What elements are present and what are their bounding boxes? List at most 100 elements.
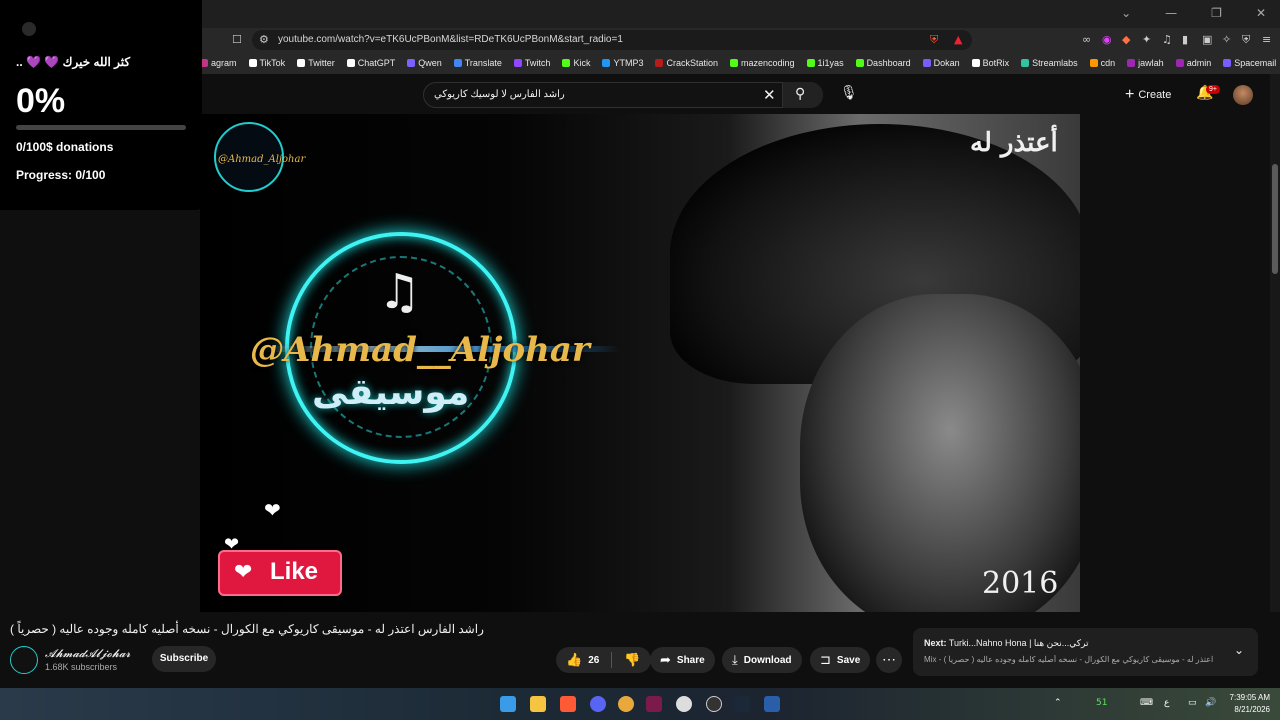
- file-explorer-icon[interactable]: [530, 696, 546, 712]
- network-icon[interactable]: ▭: [1188, 698, 1197, 708]
- overlay-progress: Progress: 0/100: [16, 168, 106, 182]
- heart-icon: ❤: [264, 498, 281, 522]
- extensions-puzzle-icon[interactable]: ✦: [1142, 33, 1151, 46]
- save-button[interactable]: ⊐ Save: [810, 647, 871, 673]
- search-icon[interactable]: ⚲: [795, 86, 805, 102]
- twitch-icon: [513, 59, 522, 67]
- bookmark-item[interactable]: agram: [200, 58, 237, 68]
- leo-ai-icon[interactable]: ✧: [1222, 33, 1231, 46]
- bookmark-item[interactable]: Dokan: [922, 58, 960, 68]
- keyboard-icon[interactable]: ⌨: [1140, 698, 1153, 708]
- tab-search-icon[interactable]: ⌄: [1121, 6, 1131, 20]
- kick-icon: [855, 59, 864, 67]
- search-query[interactable]: راشد الفارس لا لوسيك كاريوكي: [434, 89, 734, 100]
- create-button[interactable]: + Create: [1125, 84, 1171, 106]
- maximize-button[interactable]: ❐: [1211, 6, 1222, 20]
- brave-rewards-icon[interactable]: ▲: [954, 33, 962, 46]
- start-icon[interactable]: [500, 696, 516, 712]
- brave-icon[interactable]: [560, 696, 576, 712]
- kick-icon: [806, 59, 815, 67]
- bookmark-item[interactable]: 1i1yas: [806, 58, 844, 68]
- next-app-icon[interactable]: [646, 696, 662, 712]
- bookmark-item[interactable]: Translate: [453, 58, 502, 68]
- share-label: Share: [676, 654, 705, 666]
- volume-icon[interactable]: 🔊: [1205, 698, 1216, 708]
- avatar[interactable]: [1233, 85, 1253, 105]
- menu-icon[interactable]: ≡: [1262, 33, 1271, 46]
- tiktok-icon: [248, 59, 257, 67]
- brave-shield-icon[interactable]: ⛨: [930, 33, 938, 47]
- video-player[interactable]: أعتذر له 2016 @Ahmad_Aljohar ♫ @Ahmad__A…: [200, 114, 1080, 612]
- like-count[interactable]: 26: [588, 655, 599, 666]
- download-button[interactable]: ⤓ Download: [722, 647, 802, 673]
- channel-subscribers: 1.68K subscribers: [45, 662, 118, 672]
- vpn-icon[interactable]: ⛨: [1242, 33, 1250, 47]
- bookmark-item[interactable]: CrackStation: [655, 58, 718, 68]
- discord-icon[interactable]: [590, 696, 606, 712]
- wallet-icon[interactable]: ▣: [1202, 33, 1212, 46]
- bookmark-item[interactable]: cdn: [1089, 58, 1115, 68]
- cdn-icon: [1089, 59, 1098, 67]
- scrollbar-thumb[interactable]: [1272, 164, 1278, 274]
- dokan-icon: [922, 59, 931, 67]
- bookmark-item[interactable]: Streamlabs: [1021, 58, 1078, 68]
- app-icon[interactable]: [706, 696, 722, 712]
- bookmark-item[interactable]: admin: [1175, 58, 1211, 68]
- channel-watermark-logo: @Ahmad_Aljohar: [214, 122, 305, 192]
- scrollbar[interactable]: [1270, 74, 1280, 686]
- subscribe-button[interactable]: Subscribe: [152, 646, 216, 672]
- channel-name[interactable]: 𝓐𝓱𝓶𝓪𝓭𝓐𝓵𝓳𝓸𝓱𝓪𝓻: [45, 647, 130, 661]
- close-window-button[interactable]: ✕: [1256, 6, 1266, 20]
- more-actions-button[interactable]: ⋯: [876, 647, 902, 673]
- app-icon[interactable]: [764, 696, 780, 712]
- extension-icon[interactable]: ∞: [1082, 33, 1091, 46]
- bookmark-item[interactable]: Spacemail: [1223, 58, 1276, 68]
- download-label: Download: [743, 654, 792, 666]
- extension-icon[interactable]: ◆: [1122, 33, 1130, 46]
- clear-search-icon[interactable]: ✕: [763, 86, 776, 104]
- share-button[interactable]: ➦ Share: [650, 647, 715, 673]
- save-label: Save: [836, 654, 861, 666]
- address-url[interactable]: youtube.com/watch?v=eTK6UcPBonM&list=RDe…: [278, 34, 623, 45]
- extension-icon[interactable]: ◉: [1102, 33, 1112, 46]
- media-icon[interactable]: ♫: [1162, 33, 1172, 46]
- site-info-icon[interactable]: ⚙: [259, 33, 269, 46]
- obs-icon[interactable]: [676, 696, 692, 712]
- bookmark-item[interactable]: Twitch: [513, 58, 550, 68]
- clock-date: 8/21/2026: [1234, 705, 1270, 714]
- bookmark-item[interactable]: Kick: [562, 58, 590, 68]
- next-video-title[interactable]: Next: Turki...Nahno Hona | تركي...نحن هن…: [924, 638, 1089, 649]
- minimize-button[interactable]: —: [1165, 6, 1177, 20]
- thumbs-down-icon[interactable]: 👎: [624, 653, 640, 668]
- x-icon: [297, 59, 306, 67]
- bookmark-item[interactable]: Twitter: [297, 58, 335, 68]
- bookmark-item[interactable]: YTMP3: [602, 58, 643, 68]
- qwen-icon: [407, 59, 416, 67]
- system-clock[interactable]: 7:39:05 AM 8/21/2026: [1222, 692, 1270, 716]
- bookmark-item[interactable]: Qwen: [407, 58, 442, 68]
- video-year: 2016: [982, 566, 1059, 601]
- bookmark-item[interactable]: TikTok: [248, 58, 285, 68]
- video-side-area: [1080, 114, 1270, 612]
- bookmark-item[interactable]: Dashboard: [855, 58, 911, 68]
- divider: [611, 652, 613, 668]
- sidebar-icon[interactable]: ▮: [1182, 33, 1188, 46]
- watermark-handle: @Ahmad_Aljohar: [218, 154, 306, 165]
- channel-avatar[interactable]: [10, 646, 38, 674]
- bookmark-item[interactable]: mazencoding: [730, 58, 795, 68]
- thumbs-up-icon[interactable]: 👍: [566, 653, 582, 668]
- steam-icon[interactable]: [734, 696, 750, 712]
- bookmark-item[interactable]: ChatGPT: [346, 58, 395, 68]
- chevron-up-icon[interactable]: ⌃: [1054, 698, 1062, 708]
- bookmark-icon: ⊐: [820, 652, 831, 668]
- notification-badge: 9+: [1206, 85, 1220, 94]
- bookmark-star-icon[interactable]: ☐: [232, 33, 242, 46]
- microphone-icon[interactable]: 🎙: [840, 85, 858, 101]
- chrome-icon[interactable]: [618, 696, 634, 712]
- next-video-card[interactable]: [913, 628, 1258, 676]
- bookmark-item[interactable]: jawlah: [1127, 58, 1164, 68]
- chevron-down-icon[interactable]: ⌄: [1234, 643, 1244, 657]
- language-indicator[interactable]: ع: [1164, 698, 1169, 708]
- bookmark-item[interactable]: BotRix: [971, 58, 1009, 68]
- clock-time: 7:39:05 AM: [1229, 693, 1270, 702]
